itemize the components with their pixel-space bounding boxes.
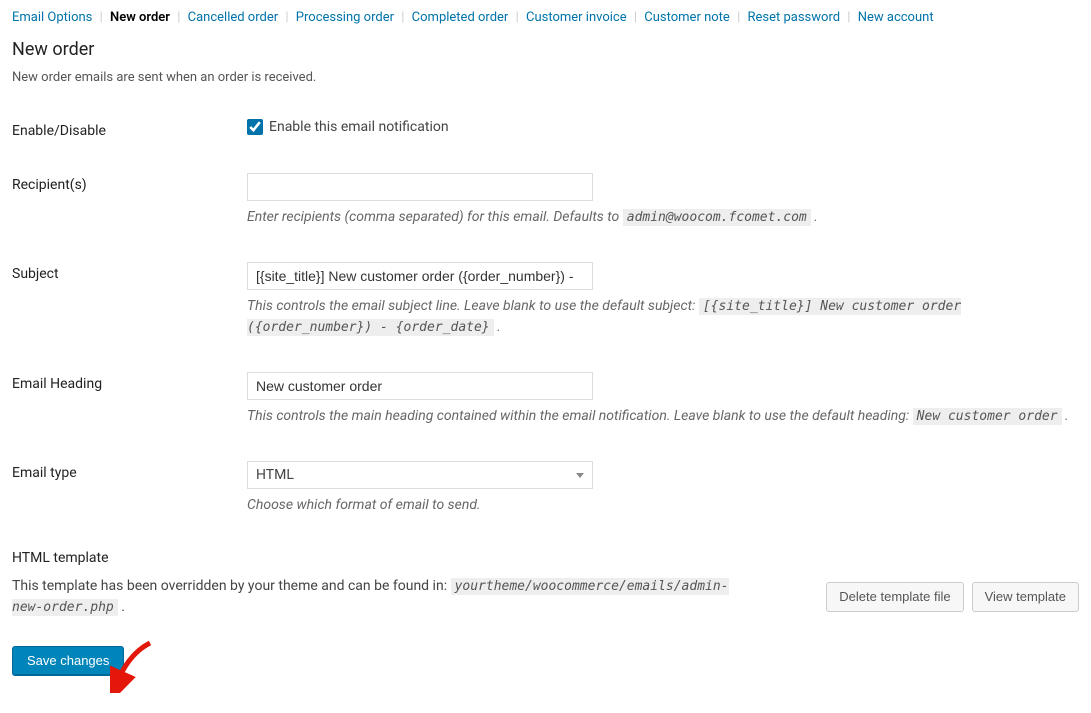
heading-help: This controls the main heading contained… (247, 406, 1079, 427)
label-email-type: Email type (12, 461, 247, 481)
template-note: This template has been overridden by you… (12, 576, 752, 618)
page-title: New order (12, 39, 1079, 60)
template-row: This template has been overridden by you… (12, 576, 1079, 618)
nav-separator: | (847, 10, 850, 25)
label-heading: Email Heading (12, 372, 247, 392)
nav-email-options[interactable]: Email Options (12, 10, 92, 25)
html-template-section-title: HTML template (12, 550, 1079, 566)
nav-completed-order[interactable]: Completed order (412, 10, 509, 25)
view-template-button[interactable]: View template (972, 582, 1079, 612)
nav-separator: | (634, 10, 637, 25)
nav-separator: | (516, 10, 519, 25)
heading-input[interactable] (247, 372, 593, 400)
row-recipients: Recipient(s) Enter recipients (comma sep… (12, 173, 1079, 228)
email-type-selected: HTML (256, 467, 294, 483)
row-subject: Subject This controls the email subject … (12, 262, 1079, 338)
nav-separator: | (100, 10, 103, 25)
sub-nav: Email Options | New order | Cancelled or… (12, 10, 1079, 25)
nav-customer-note[interactable]: Customer note (644, 10, 730, 25)
enable-checkbox-label: Enable this email notification (269, 119, 449, 135)
label-recipients: Recipient(s) (12, 173, 247, 193)
nav-new-account[interactable]: New account (858, 10, 934, 25)
row-enable: Enable/Disable Enable this email notific… (12, 119, 1079, 139)
email-type-help: Choose which format of email to send. (247, 495, 1079, 516)
subject-help: This controls the email subject line. Le… (247, 296, 1079, 338)
nav-separator: | (401, 10, 404, 25)
row-email-type: Email type HTML Choose which format of e… (12, 461, 1079, 516)
nav-new-order[interactable]: New order (110, 10, 170, 25)
nav-separator: | (285, 10, 288, 25)
label-subject: Subject (12, 262, 247, 282)
enable-checkbox[interactable] (247, 119, 263, 135)
nav-customer-invoice[interactable]: Customer invoice (526, 10, 627, 25)
delete-template-button[interactable]: Delete template file (826, 582, 963, 612)
subject-input[interactable] (247, 262, 593, 290)
page-description: New order emails are sent when an order … (12, 70, 1079, 85)
enable-checkbox-wrap[interactable]: Enable this email notification (247, 119, 1079, 135)
recipients-help: Enter recipients (comma separated) for t… (247, 207, 1079, 228)
recipients-default-code: admin@woocom.fcomet.com (623, 209, 811, 226)
label-enable: Enable/Disable (12, 119, 247, 139)
nav-reset-password[interactable]: Reset password (747, 10, 840, 25)
email-type-select[interactable]: HTML (247, 461, 593, 489)
heading-default-code: New customer order (913, 408, 1062, 425)
nav-separator: | (177, 10, 180, 25)
recipients-input[interactable] (247, 173, 593, 201)
nav-processing-order[interactable]: Processing order (296, 10, 394, 25)
nav-separator: | (737, 10, 740, 25)
nav-cancelled-order[interactable]: Cancelled order (188, 10, 279, 25)
row-heading: Email Heading This controls the main hea… (12, 372, 1079, 427)
save-changes-button[interactable]: Save changes (12, 646, 124, 676)
chevron-down-icon (576, 473, 584, 478)
